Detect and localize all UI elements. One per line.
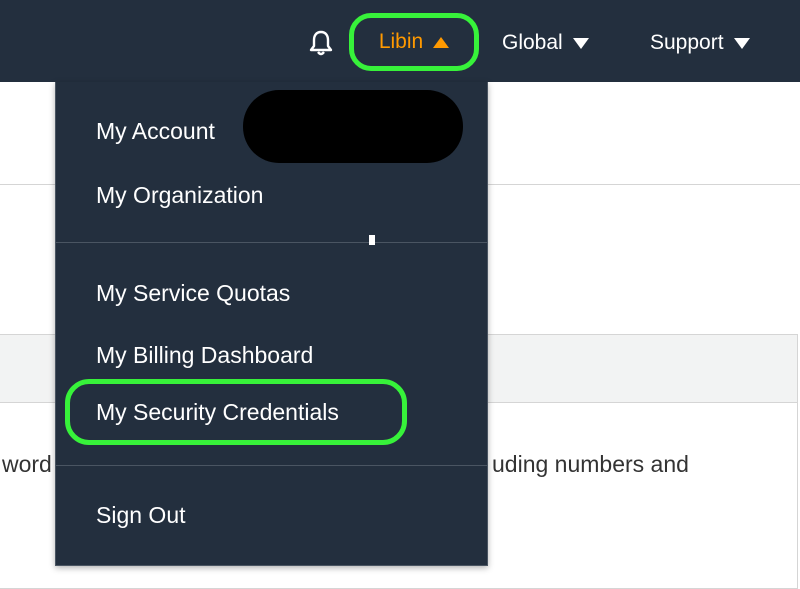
menu-item-my-organization[interactable]: My Organization — [96, 182, 263, 209]
region-label: Global — [502, 31, 563, 54]
menu-speck — [369, 235, 375, 245]
caret-down-icon — [733, 37, 750, 49]
support-menu-button[interactable]: Support — [650, 28, 750, 58]
account-dropdown-menu: My Account My Organization My Service Qu… — [55, 82, 488, 566]
menu-item-my-account[interactable]: My Account — [96, 118, 215, 145]
menu-divider — [56, 242, 487, 243]
redaction-mark — [243, 90, 463, 163]
support-label: Support — [650, 31, 724, 54]
top-nav-bar: Libin Global Support — [0, 0, 800, 82]
menu-divider — [56, 465, 487, 466]
caret-up-icon — [433, 36, 450, 48]
menu-item-sign-out[interactable]: Sign Out — [96, 502, 186, 529]
panel-text-fragment-left: word — [2, 451, 52, 477]
console-page: word uding numbers and Libin Global Supp… — [0, 0, 800, 589]
menu-item-my-service-quotas[interactable]: My Service Quotas — [96, 280, 290, 307]
panel-text-fragment-right: uding numbers and — [492, 451, 689, 477]
menu-item-label: My Security Credentials — [96, 398, 339, 425]
region-menu-button[interactable]: Global — [502, 28, 589, 58]
bell-icon[interactable] — [304, 26, 338, 60]
account-menu-button[interactable]: Libin — [349, 13, 479, 71]
caret-down-icon — [572, 37, 589, 49]
menu-item-my-billing-dashboard[interactable]: My Billing Dashboard — [96, 342, 313, 369]
account-name: Libin — [378, 30, 424, 53]
menu-item-my-security-credentials[interactable]: My Security Credentials — [65, 379, 407, 445]
